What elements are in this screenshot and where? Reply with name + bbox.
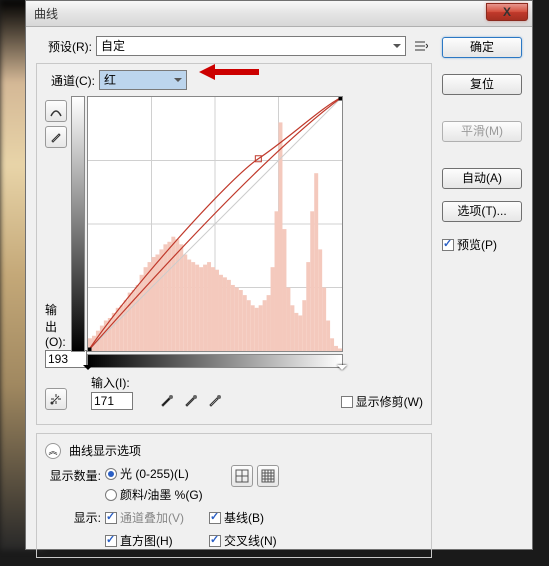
baseline-checkbox[interactable]: 基线(B)	[209, 509, 299, 526]
channel-select[interactable]: 红	[99, 70, 187, 90]
pigment-radio[interactable]: 颜料/油墨 %(G)	[105, 488, 203, 502]
channel-overlay-checkbox[interactable]: 通道叠加(V)	[105, 509, 205, 526]
auto-button[interactable]: 自动(A)	[442, 168, 522, 189]
reset-button[interactable]: 复位	[442, 74, 522, 95]
curve-grid[interactable]	[87, 96, 343, 352]
black-point-slider[interactable]	[83, 365, 93, 375]
white-point-slider[interactable]	[337, 365, 347, 375]
target-adjust-icon[interactable]	[45, 388, 67, 410]
show-amount-label: 显示数量:	[45, 465, 101, 484]
options-button[interactable]: 选项(T)...	[442, 201, 522, 222]
channel-label: 通道(C):	[45, 72, 95, 89]
grid-simple-icon[interactable]	[231, 465, 253, 487]
collapse-icon[interactable]: ︽	[45, 443, 61, 459]
ok-button[interactable]: 确定	[442, 37, 522, 58]
smooth-button: 平滑(M)	[442, 121, 522, 142]
input-input[interactable]: 171	[91, 392, 133, 410]
preview-checkbox[interactable]: 预览(P)	[442, 236, 497, 253]
curve-tool-icon[interactable]	[45, 100, 67, 122]
intersection-checkbox[interactable]: 交叉线(N)	[209, 532, 299, 549]
show-label: 显示:	[45, 509, 101, 526]
grid-detailed-icon[interactable]	[257, 465, 279, 487]
show-clipping-checkbox[interactable]: 显示修剪(W)	[341, 393, 423, 410]
pencil-tool-icon[interactable]	[45, 126, 67, 148]
preset-select[interactable]: 自定	[96, 36, 406, 56]
white-eyedropper-icon[interactable]	[205, 390, 225, 410]
black-eyedropper-icon[interactable]	[157, 390, 177, 410]
preset-menu-icon[interactable]	[410, 35, 432, 57]
input-label: 输入(I):	[91, 374, 133, 391]
close-icon: X	[503, 5, 511, 19]
curves-dialog: 曲线 X 预设(R): 自定 通道(C): 红	[25, 0, 533, 550]
output-gradient	[71, 96, 85, 352]
gray-eyedropper-icon[interactable]	[181, 390, 201, 410]
light-radio[interactable]: 光 (0-255)(L)	[105, 467, 189, 481]
output-label: 输出(O):	[45, 301, 67, 349]
dialog-title: 曲线	[34, 5, 58, 22]
preset-label: 预设(R):	[36, 38, 92, 55]
close-button[interactable]: X	[486, 3, 528, 21]
display-options-label: 曲线显示选项	[69, 442, 141, 459]
titlebar[interactable]: 曲线 X	[26, 1, 532, 27]
input-gradient	[87, 354, 343, 368]
histogram-checkbox[interactable]: 直方图(H)	[105, 532, 205, 549]
